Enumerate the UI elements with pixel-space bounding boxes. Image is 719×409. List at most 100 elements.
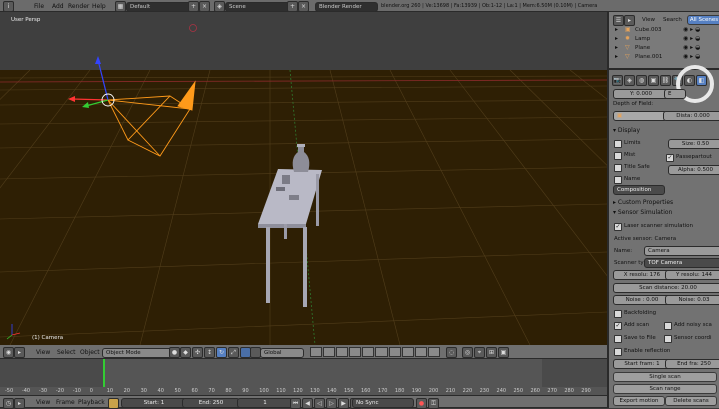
select-menu[interactable]: Select bbox=[57, 349, 76, 356]
outliner-item[interactable]: ▸ ▣ Cube.003 ◉ ▸ ◒ bbox=[613, 26, 719, 35]
rotate-icon[interactable]: ↻ bbox=[216, 347, 227, 358]
sensor-simulation-header[interactable]: ▾ Sensor Simulation bbox=[613, 209, 672, 216]
laser-scanner-checkbox[interactable]: ✓ bbox=[614, 223, 622, 231]
scene-icon[interactable]: ◈ bbox=[214, 1, 225, 12]
name-checkbox[interactable] bbox=[614, 176, 622, 184]
visibility-icons[interactable]: ◉ ▸ ◒ bbox=[683, 44, 700, 51]
y-resolution-field[interactable]: Y resolu: 144 bbox=[665, 270, 719, 280]
render-preview-icon[interactable]: ▣ bbox=[498, 347, 509, 358]
play-icon[interactable]: ▷ bbox=[326, 398, 337, 409]
sync-selector[interactable]: No Sync bbox=[352, 398, 414, 408]
3d-viewport[interactable]: User Persp (1) Camera bbox=[0, 12, 607, 345]
timeline-editor-icon[interactable]: ◷ bbox=[3, 398, 14, 409]
menu-render[interactable]: Render bbox=[68, 3, 89, 10]
snap-icon[interactable]: ⌖ bbox=[474, 347, 485, 358]
bowl-object[interactable] bbox=[289, 195, 299, 200]
manipulator-icon[interactable]: ✣ bbox=[192, 347, 203, 358]
current-frame-field[interactable]: 1 bbox=[237, 398, 293, 408]
sensor-name-field[interactable]: Camera bbox=[644, 246, 719, 256]
collapse-menu-icon[interactable]: ▸ bbox=[14, 347, 25, 358]
menu-add[interactable]: Add bbox=[52, 3, 64, 10]
add-scan-checkbox[interactable]: ✓ bbox=[614, 322, 622, 330]
snap-target-icon[interactable]: ⊞ bbox=[486, 347, 497, 358]
current-frame-line[interactable] bbox=[103, 359, 105, 387]
pivot-icon[interactable]: ◆ bbox=[180, 347, 191, 358]
x-resolution-field[interactable]: X resolu: 176 bbox=[613, 270, 671, 280]
scan-distance-field[interactable]: Scan distance: 20.00 bbox=[613, 283, 719, 293]
add-scene-icon[interactable]: + bbox=[287, 1, 298, 12]
end-frame-field[interactable]: End: 250 bbox=[182, 398, 240, 408]
remove-scene-icon[interactable]: × bbox=[298, 1, 309, 12]
plate-object[interactable] bbox=[276, 187, 285, 191]
playback-controls[interactable]: ⏮ ◀ ◁ ▷ ▶ ⏭ bbox=[290, 398, 361, 409]
lock-icon[interactable]: ◌ bbox=[446, 347, 457, 358]
delete-scans-button[interactable]: Delete scans bbox=[665, 396, 717, 406]
mist-checkbox[interactable] bbox=[614, 152, 622, 160]
start-frame-field[interactable]: Start fram: 1 bbox=[613, 359, 671, 369]
dof-object-field[interactable]: ▣ bbox=[613, 111, 667, 121]
shading-solid-icon[interactable]: ● bbox=[169, 347, 180, 358]
viewport-scene[interactable] bbox=[0, 12, 607, 345]
menu-help[interactable]: Help bbox=[92, 3, 106, 10]
limits-checkbox[interactable] bbox=[614, 140, 622, 148]
display-section-header[interactable]: ▾ Display bbox=[613, 127, 640, 134]
size-field[interactable]: Size: 0.50 bbox=[668, 139, 719, 149]
render-tab-icon[interactable]: 📷 bbox=[612, 75, 623, 86]
outliner-item[interactable]: ▸ ▽ Plane.001 ◉ ▸ ◒ bbox=[613, 53, 719, 62]
title-safe-checkbox[interactable] bbox=[614, 164, 622, 172]
record-icon[interactable]: ● bbox=[416, 398, 427, 409]
prev-key-icon[interactable]: ◀ bbox=[302, 398, 313, 409]
export-motion-button[interactable]: Export motion bbox=[613, 396, 665, 406]
screen-layout-icon[interactable]: ▦ bbox=[115, 1, 126, 12]
keying-set-icon[interactable]: ⚿ bbox=[428, 398, 439, 409]
outliner-item[interactable]: ▸ ✹ Lamp ◉ ▸ ◒ bbox=[613, 35, 719, 44]
custom-properties-header[interactable]: ▸ Custom Properties bbox=[613, 199, 673, 206]
scene-tab-icon[interactable]: ◈ bbox=[624, 75, 635, 86]
visibility-icons[interactable]: ◉ ▸ ◒ bbox=[683, 26, 700, 33]
y-shift-field-2[interactable]: E bbox=[664, 89, 686, 99]
jump-start-icon[interactable]: ⏮ bbox=[290, 398, 301, 409]
start-frame-field[interactable]: Start: 1 bbox=[121, 398, 187, 408]
remove-layout-icon[interactable]: × bbox=[199, 1, 210, 12]
visibility-icons[interactable]: ◉ ▸ ◒ bbox=[683, 53, 700, 60]
timeline-view-menu[interactable]: View bbox=[36, 399, 50, 406]
passepartout-checkbox[interactable]: ✓ bbox=[666, 154, 674, 162]
timeline-playback-menu[interactable]: Playback bbox=[78, 399, 105, 406]
view-menu[interactable]: View bbox=[36, 349, 50, 356]
visibility-icons[interactable]: ◉ ▸ ◒ bbox=[683, 35, 700, 42]
sensor-coord-checkbox[interactable] bbox=[664, 335, 672, 343]
add-noisy-checkbox[interactable] bbox=[664, 322, 672, 330]
scanner-type-selector[interactable]: TOF Camera bbox=[644, 258, 719, 268]
object-menu[interactable]: Object bbox=[80, 349, 100, 356]
noise-sigma-field[interactable]: Noise: 0.03 bbox=[665, 295, 719, 305]
play-reverse-icon[interactable]: ◁ bbox=[314, 398, 325, 409]
backfolding-checkbox[interactable] bbox=[614, 310, 622, 318]
outliner-collapse-icon[interactable]: ▸ bbox=[624, 15, 635, 26]
add-layout-icon[interactable]: + bbox=[188, 1, 199, 12]
outliner-item[interactable]: ▸ ▽ Plane ◉ ▸ ◒ bbox=[613, 44, 719, 53]
proportional-edit-icon[interactable]: ◎ bbox=[462, 347, 473, 358]
editor-type-icon[interactable]: i bbox=[3, 1, 14, 12]
outliner-tab-view[interactable]: View bbox=[642, 17, 655, 23]
y-shift-field[interactable]: Y: 0.000 bbox=[613, 89, 669, 99]
constraints-tab-icon[interactable]: ⛓ bbox=[660, 75, 671, 86]
world-tab-icon[interactable]: ◍ bbox=[636, 75, 647, 86]
preview-range-icon[interactable] bbox=[108, 398, 119, 409]
outliner-editor-icon[interactable]: ☰ bbox=[613, 15, 624, 26]
end-frame-field[interactable]: End fra: 250 bbox=[665, 359, 719, 369]
outliner-tab-search[interactable]: Search bbox=[663, 17, 682, 23]
scene-selector[interactable]: Scene bbox=[225, 2, 293, 12]
translate-icon[interactable]: ↕ bbox=[204, 347, 215, 358]
enable-reflection-checkbox[interactable] bbox=[614, 348, 622, 356]
layer-buttons[interactable] bbox=[310, 347, 440, 357]
save-to-file-checkbox[interactable] bbox=[614, 335, 622, 343]
noise-mean-field[interactable]: Noise : 0.00 bbox=[613, 295, 671, 305]
object-tab-icon[interactable]: ▣ bbox=[648, 75, 659, 86]
next-key-icon[interactable]: ▶ bbox=[338, 398, 349, 409]
scale-icon[interactable]: ⤢ bbox=[228, 347, 239, 358]
composition-selector[interactable]: Composition bbox=[613, 185, 665, 195]
alpha-field[interactable]: Alpha: 0.500 bbox=[668, 165, 719, 175]
timeline-collapse-icon[interactable]: ▸ bbox=[14, 398, 25, 409]
cup-object[interactable] bbox=[282, 175, 290, 184]
dof-distance-field[interactable]: Dista: 0.000 bbox=[663, 111, 719, 121]
